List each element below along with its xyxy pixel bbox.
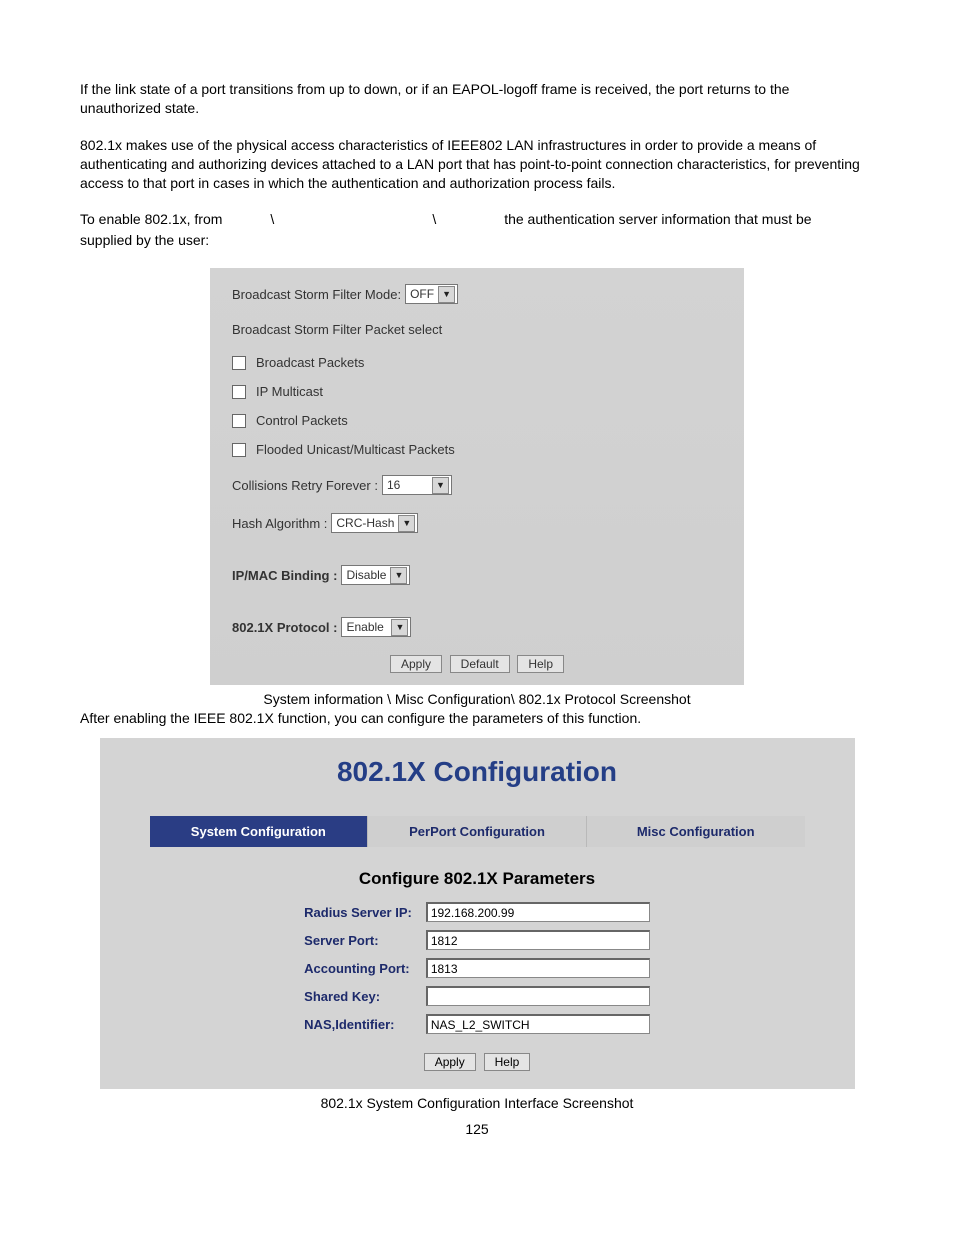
paragraph-enable-8021x: To enable 802.1x, from \ \ the authentic… bbox=[80, 210, 874, 229]
broadcast-packets-checkbox[interactable] bbox=[232, 356, 246, 370]
proto-label: 802.1X Protocol : bbox=[232, 620, 337, 635]
apply-button[interactable]: Apply bbox=[424, 1053, 476, 1071]
chevron-down-icon: ▼ bbox=[432, 477, 449, 494]
page-number: 125 bbox=[80, 1121, 874, 1137]
ipmac-label: IP/MAC Binding : bbox=[232, 568, 337, 583]
nas-identifier-input[interactable] bbox=[426, 1014, 650, 1034]
paragraph-8021x-desc: 802.1x makes use of the physical access … bbox=[80, 136, 874, 193]
flooded-packets-label: Flooded Unicast/Multicast Packets bbox=[256, 442, 455, 457]
filter-mode-label: Broadcast Storm Filter Mode: bbox=[232, 287, 401, 302]
8021x-config-panel: 802.1X Configuration System Configuratio… bbox=[100, 738, 855, 1089]
help-button[interactable]: Help bbox=[517, 655, 564, 673]
shared-key-label: Shared Key: bbox=[298, 983, 418, 1009]
proto-value: Enable bbox=[346, 620, 383, 634]
ip-multicast-label: IP Multicast bbox=[256, 384, 323, 399]
ipmac-value: Disable bbox=[346, 568, 386, 582]
form-subhead: Configure 802.1X Parameters bbox=[100, 869, 855, 889]
broadcast-packets-label: Broadcast Packets bbox=[256, 355, 364, 370]
text-fragment: To enable 802.1x, from bbox=[80, 210, 222, 229]
text-fragment: supplied by the user: bbox=[80, 231, 874, 250]
tab-misc-configuration[interactable]: Misc Configuration bbox=[587, 816, 805, 847]
screenshot-caption-2: 802.1x System Configuration Interface Sc… bbox=[80, 1095, 874, 1111]
collisions-label: Collisions Retry Forever : bbox=[232, 478, 378, 493]
text-fragment: \ bbox=[432, 210, 436, 229]
panel-title: 802.1X Configuration bbox=[100, 756, 855, 788]
screenshot-caption-1: System information \ Misc Configuration\… bbox=[80, 691, 874, 707]
default-button[interactable]: Default bbox=[450, 655, 510, 673]
filter-mode-select[interactable]: OFF ▼ bbox=[405, 284, 458, 304]
control-packets-checkbox[interactable] bbox=[232, 414, 246, 428]
params-table: Radius Server IP: Server Port: Accountin… bbox=[296, 897, 658, 1039]
paragraph-after-enable: After enabling the IEEE 802.1X function,… bbox=[80, 709, 874, 728]
proto-select[interactable]: Enable ▼ bbox=[341, 617, 411, 637]
hash-value: CRC-Hash bbox=[336, 516, 394, 530]
collisions-select[interactable]: 16 ▼ bbox=[382, 475, 452, 495]
hash-label: Hash Algorithm : bbox=[232, 516, 327, 531]
nas-identifier-label: NAS,Identifier: bbox=[298, 1011, 418, 1037]
tab-bar: System Configuration PerPort Configurati… bbox=[150, 816, 805, 847]
chevron-down-icon: ▼ bbox=[391, 619, 408, 636]
accounting-port-input[interactable] bbox=[426, 958, 650, 978]
tab-system-configuration[interactable]: System Configuration bbox=[150, 816, 369, 847]
text-fragment: \ bbox=[270, 210, 274, 229]
chevron-down-icon: ▼ bbox=[390, 567, 407, 584]
flooded-packets-checkbox[interactable] bbox=[232, 443, 246, 457]
radius-ip-input[interactable] bbox=[426, 902, 650, 922]
text-fragment: the authentication server information th… bbox=[504, 210, 811, 229]
filter-mode-value: OFF bbox=[410, 287, 434, 301]
radius-ip-label: Radius Server IP: bbox=[298, 899, 418, 925]
ipmac-select[interactable]: Disable ▼ bbox=[341, 565, 410, 585]
packet-select-label: Broadcast Storm Filter Packet select bbox=[232, 322, 442, 337]
shared-key-input[interactable] bbox=[426, 986, 650, 1006]
tab-perport-configuration[interactable]: PerPort Configuration bbox=[368, 816, 587, 847]
paragraph-link-state: If the link state of a port transitions … bbox=[80, 80, 874, 118]
chevron-down-icon: ▼ bbox=[398, 515, 415, 532]
help-button[interactable]: Help bbox=[484, 1053, 531, 1071]
server-port-input[interactable] bbox=[426, 930, 650, 950]
hash-select[interactable]: CRC-Hash ▼ bbox=[331, 513, 418, 533]
server-port-label: Server Port: bbox=[298, 927, 418, 953]
control-packets-label: Control Packets bbox=[256, 413, 348, 428]
misc-config-panel: Broadcast Storm Filter Mode: OFF ▼ Broad… bbox=[210, 268, 744, 685]
ip-multicast-checkbox[interactable] bbox=[232, 385, 246, 399]
apply-button[interactable]: Apply bbox=[390, 655, 442, 673]
accounting-port-label: Accounting Port: bbox=[298, 955, 418, 981]
chevron-down-icon: ▼ bbox=[438, 286, 455, 303]
collisions-value: 16 bbox=[387, 478, 400, 492]
